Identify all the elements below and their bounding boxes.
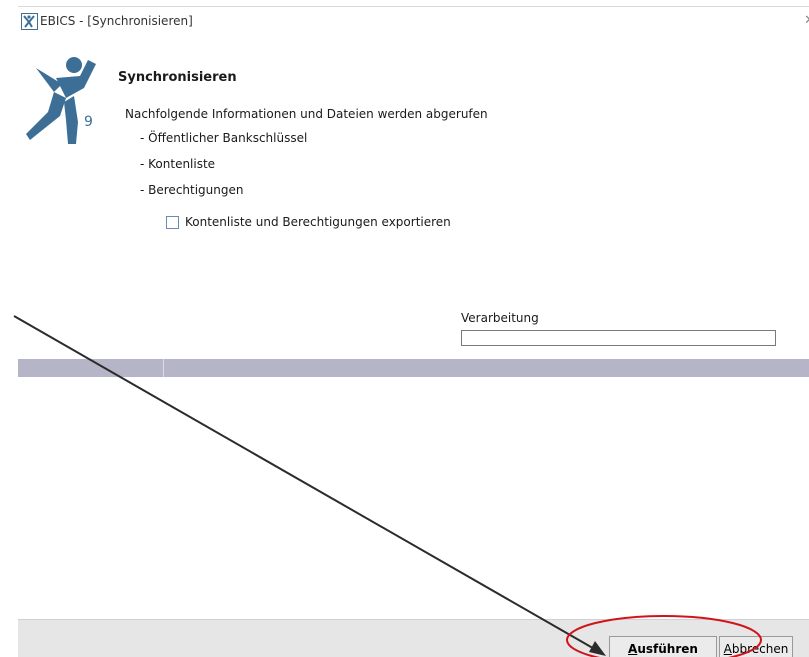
list-header-separator bbox=[163, 359, 164, 377]
cancel-button-mnemonic: A bbox=[723, 642, 732, 656]
run-button-label: usführen bbox=[637, 642, 698, 656]
screenshot-stage: EBICS - [Synchronisieren] ✕ 9 Synchronis… bbox=[0, 0, 809, 657]
cancel-button-label: bbrechen bbox=[731, 642, 789, 656]
window-title: EBICS - [Synchronisieren] bbox=[40, 14, 193, 28]
export-checkbox-row[interactable]: Kontenliste und Berechtigungen exportier… bbox=[166, 215, 451, 229]
processing-label: Verarbeitung bbox=[461, 311, 539, 325]
page-title: Synchronisieren bbox=[118, 70, 237, 85]
run-button-mnemonic: A bbox=[628, 642, 638, 656]
app-icon bbox=[21, 13, 38, 30]
list-item: - Kontenliste bbox=[140, 157, 216, 171]
ebics-person-logo-icon: 9 bbox=[26, 57, 96, 144]
intro-text: Nachfolgende Informationen und Dateien w… bbox=[125, 107, 488, 121]
export-checkbox-label[interactable]: Kontenliste und Berechtigungen exportier… bbox=[185, 215, 451, 229]
title-bar: EBICS - [Synchronisieren] ✕ bbox=[18, 6, 809, 37]
progress-bar bbox=[461, 330, 776, 346]
close-icon[interactable]: ✕ bbox=[804, 13, 809, 28]
export-checkbox[interactable] bbox=[166, 215, 179, 229]
cancel-button[interactable]: Abbrechen bbox=[719, 636, 793, 657]
logo-number: 9 bbox=[84, 114, 93, 130]
list-header bbox=[18, 359, 809, 377]
list-item: - Öffentlicher Bankschlüssel bbox=[140, 131, 308, 145]
dialog-window: EBICS - [Synchronisieren] ✕ 9 Synchronis… bbox=[18, 6, 809, 657]
list-item: - Berechtigungen bbox=[140, 183, 244, 197]
run-button[interactable]: Ausführen bbox=[609, 636, 717, 657]
